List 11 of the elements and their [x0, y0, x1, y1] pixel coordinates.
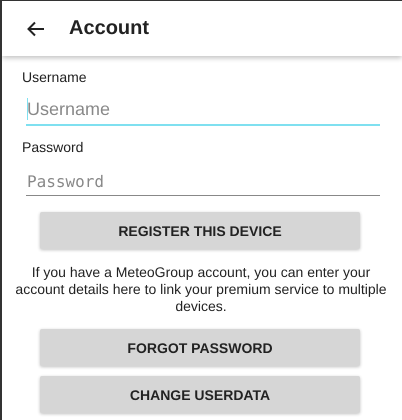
action-button[interactable]: CHANGE USERDATA — [40, 376, 360, 413]
register-device-button[interactable]: REGISTER THIS DEVICE — [40, 212, 360, 249]
field-label: Password — [22, 139, 84, 155]
action-button[interactable]: FORGOT PASSWORD — [40, 329, 360, 366]
info-text: If you have a MeteoGroup account, you can enter your account details here to link your premium service to multiple devices. — [14, 264, 388, 315]
text-cursor — [27, 98, 28, 120]
field-label: Username — [22, 69, 87, 85]
back-arrow-icon[interactable] — [27, 20, 45, 36]
input-field[interactable]: Password — [26, 172, 380, 196]
input-field[interactable]: Username — [26, 99, 380, 126]
screen-title: Account — [69, 17, 149, 40]
